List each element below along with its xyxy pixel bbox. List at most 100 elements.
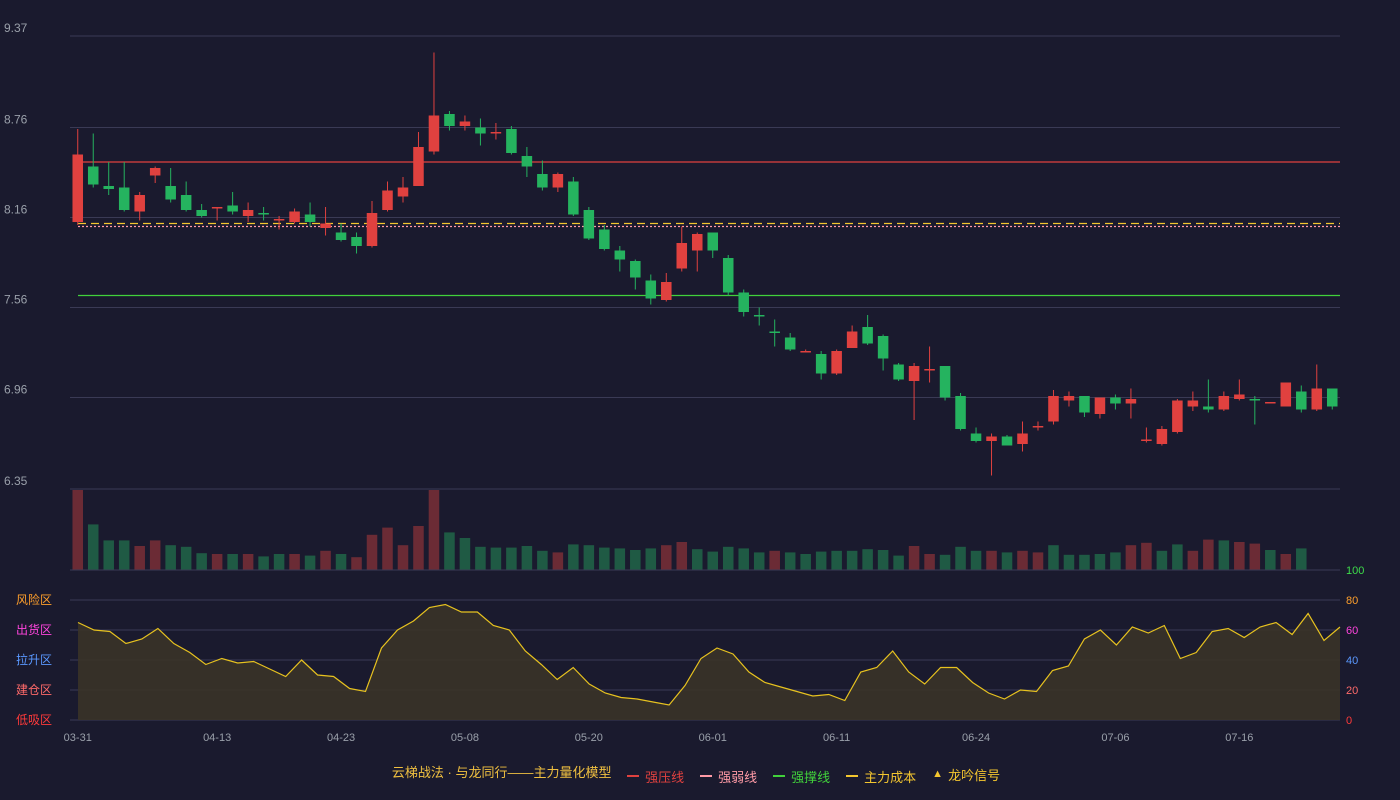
volume-bar	[1156, 550, 1168, 570]
legend-swatch	[627, 775, 640, 777]
candle-body	[583, 210, 595, 239]
candle-body	[924, 369, 935, 371]
candle	[351, 232, 362, 254]
candle	[242, 202, 254, 222]
candle	[1249, 396, 1261, 425]
candle	[676, 226, 688, 272]
x-axis-tick: 06-11	[823, 732, 850, 744]
volume-bar	[1234, 542, 1245, 570]
volume-bar	[1063, 554, 1075, 570]
candle-body	[815, 354, 827, 374]
candle-body	[1296, 391, 1307, 410]
candle	[1063, 391, 1075, 407]
candle	[1032, 421, 1044, 431]
candle-body	[955, 396, 966, 429]
volume-bar	[366, 534, 378, 570]
candle	[1280, 382, 1292, 407]
candle-body	[1249, 399, 1261, 401]
candle-body	[800, 351, 811, 353]
candle-body	[258, 213, 269, 215]
volume-bar	[459, 538, 471, 570]
candle-body	[335, 232, 347, 240]
legend-item: 强撑线	[773, 767, 830, 786]
candle	[893, 363, 904, 381]
candle	[877, 334, 889, 371]
legend-label: 强撑线	[791, 769, 831, 785]
candle	[180, 181, 192, 212]
candle	[769, 319, 780, 347]
candle	[738, 289, 749, 317]
candle-body	[645, 280, 657, 299]
candle-body	[351, 237, 362, 246]
volume-bar	[831, 550, 842, 570]
candle-body	[568, 181, 579, 215]
candle-body	[211, 207, 223, 209]
x-axis-tick: 07-16	[1225, 732, 1253, 744]
candle	[72, 129, 84, 225]
candle	[630, 259, 641, 290]
volume-bar	[568, 544, 579, 570]
candle-body	[1032, 426, 1044, 428]
x-axis-tick: 05-08	[451, 732, 479, 744]
legend-swatch	[773, 775, 786, 777]
candle	[521, 147, 533, 177]
candle-body	[397, 187, 409, 197]
candle	[1203, 379, 1214, 413]
candle	[862, 315, 873, 345]
candle-body	[320, 223, 331, 228]
candle	[552, 172, 564, 192]
candle-body	[413, 147, 424, 186]
volume-bar	[908, 546, 920, 570]
candle-body	[1110, 397, 1121, 404]
candle-body	[87, 166, 99, 185]
candle-body	[722, 258, 734, 293]
volume-bar	[242, 554, 254, 570]
x-axis-tick: 03-31	[64, 732, 92, 744]
candle	[1079, 396, 1090, 417]
x-axis-tick: 05-20	[575, 732, 603, 744]
volume-bar	[924, 554, 935, 570]
volume-bar	[707, 551, 719, 570]
osc-zone-label: 建仓区	[16, 683, 52, 697]
candle-body	[893, 364, 904, 380]
candle-body	[1234, 394, 1245, 399]
price-axis-tick: 6.96	[4, 383, 28, 397]
candle-body	[599, 229, 610, 249]
candle	[134, 192, 145, 221]
candle-body	[630, 261, 641, 278]
volume-bar	[1079, 554, 1090, 570]
candle-body	[1063, 396, 1075, 401]
legend-item: 强压线	[627, 767, 684, 786]
legend-label: 强弱线	[718, 769, 758, 785]
chart-legend: 云梯战法 · 与龙同行——主力量化模型 强压线 强弱线 强撑线 主力成本 ▲ 龙吟信号	[0, 762, 1400, 790]
candle	[428, 52, 440, 155]
candle	[661, 273, 672, 302]
osc-axis-tick: 80	[1346, 595, 1358, 607]
candle-body	[475, 127, 486, 134]
volume-bar	[72, 490, 84, 570]
volume-bar	[227, 554, 238, 570]
candle	[366, 201, 378, 248]
candle	[1172, 399, 1183, 434]
candle	[1265, 402, 1276, 404]
volume-bar	[986, 550, 997, 570]
candle	[955, 393, 966, 431]
volume-bar	[413, 526, 424, 570]
candle	[1311, 364, 1323, 411]
volume-bar	[800, 554, 811, 570]
candle	[645, 274, 657, 305]
candle	[537, 160, 548, 191]
candle-body	[428, 115, 440, 152]
volume-bar	[1017, 550, 1028, 570]
candle	[970, 427, 982, 443]
candle-body	[521, 156, 533, 167]
volume-bar	[1218, 540, 1230, 570]
candle	[1048, 390, 1059, 425]
legend-item: ▲ 龙吟信号	[932, 765, 1000, 784]
candle	[831, 349, 842, 375]
candle	[1187, 391, 1199, 411]
candle-body	[862, 327, 873, 344]
candle-body	[1156, 429, 1168, 444]
volume-bar	[769, 550, 780, 570]
candle-body	[72, 154, 84, 222]
